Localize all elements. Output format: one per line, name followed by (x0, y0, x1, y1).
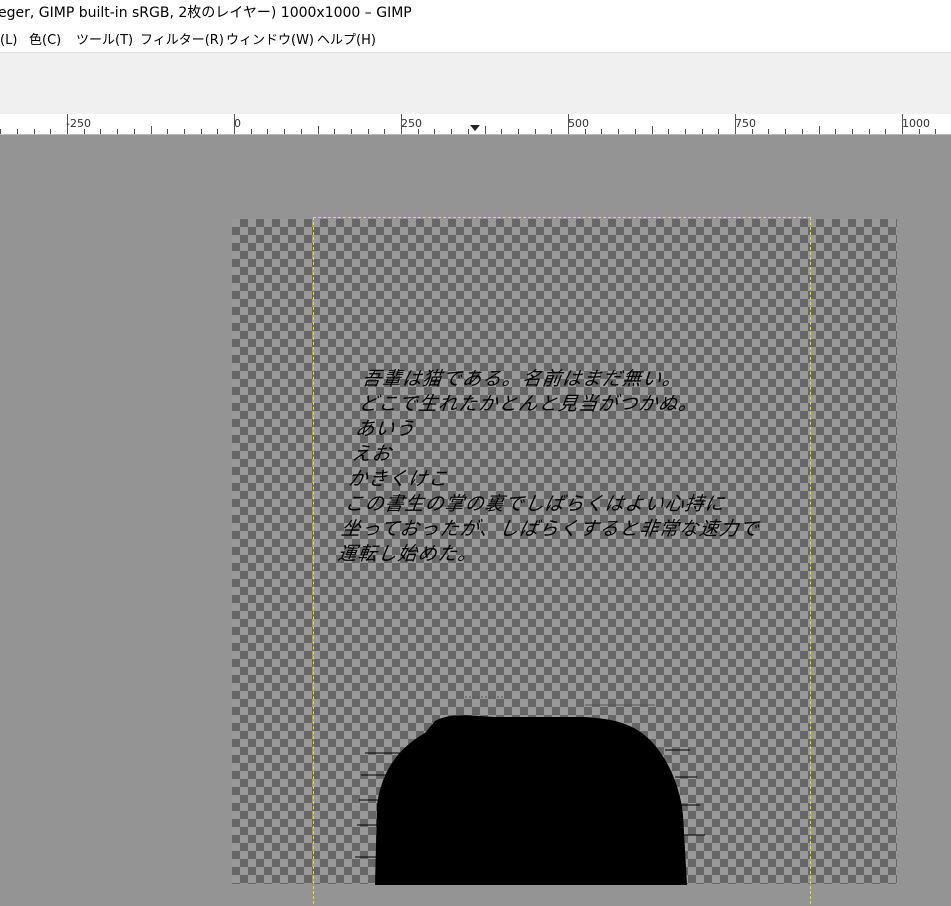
menu-help[interactable]: ヘルプ(H) (315, 30, 378, 52)
horizontal-ruler[interactable]: -250 0 250 500 750 1000 (0, 114, 951, 135)
ruler-label-500: 500 (568, 117, 589, 130)
ruler-label-250: 250 (401, 117, 422, 130)
text-line: かきくけこ (346, 468, 450, 490)
text-line: この書生の掌の裏でしばらくはよい心持に (343, 493, 727, 515)
title-bar: eger, GIMP built-in sRGB, 2枚のレイヤー) 1000x… (0, 0, 951, 30)
text-line: あいう (353, 418, 417, 440)
black-shape-layer (355, 696, 705, 885)
text-line: 坐っておったが、しばらくすると非常な速力で (339, 518, 761, 540)
text-line: どこで生れたかとんと見当がつかぬ。 (357, 393, 700, 415)
menu-tools[interactable]: ツール(T) (74, 30, 135, 52)
canvas-area[interactable]: 吾輩は猫である。名前はまだ無い。 どこで生れたかとんと見当がつかぬ。 あいう え… (0, 135, 951, 906)
ruler-pointer-marker (470, 125, 480, 131)
text-line: 運転し始めた。 (336, 543, 480, 565)
menu-color[interactable]: 色(C) (27, 30, 63, 52)
menu-filters[interactable]: フィルター(R) (138, 30, 226, 52)
menu-bar: (L) 色(C) ツール(T) フィルター(R) ウィンドウ(W) ヘルプ(H) (0, 30, 951, 52)
ruler-label-0: 0 (234, 117, 241, 130)
handwritten-text-layer: 吾輩は猫である。名前はまだ無い。 どこで生れたかとんと見当がつかぬ。 あいう え… (336, 367, 824, 567)
menu-layer[interactable]: (L) (0, 30, 19, 52)
ruler-label-1000: 1000 (902, 117, 930, 130)
text-line: 吾輩は猫である。名前はまだ無い。 (360, 368, 684, 390)
ruler-label-neg250: -250 (66, 117, 91, 130)
menu-windows[interactable]: ウィンドウ(W) (224, 30, 316, 52)
ruler-ticks: -250 0 250 500 750 1000 (0, 114, 936, 134)
toolbar-area (0, 52, 951, 115)
text-line: えお (350, 443, 394, 465)
ruler-label-750: 750 (735, 117, 756, 130)
window-title: eger, GIMP built-in sRGB, 2枚のレイヤー) 1000x… (0, 5, 412, 21)
